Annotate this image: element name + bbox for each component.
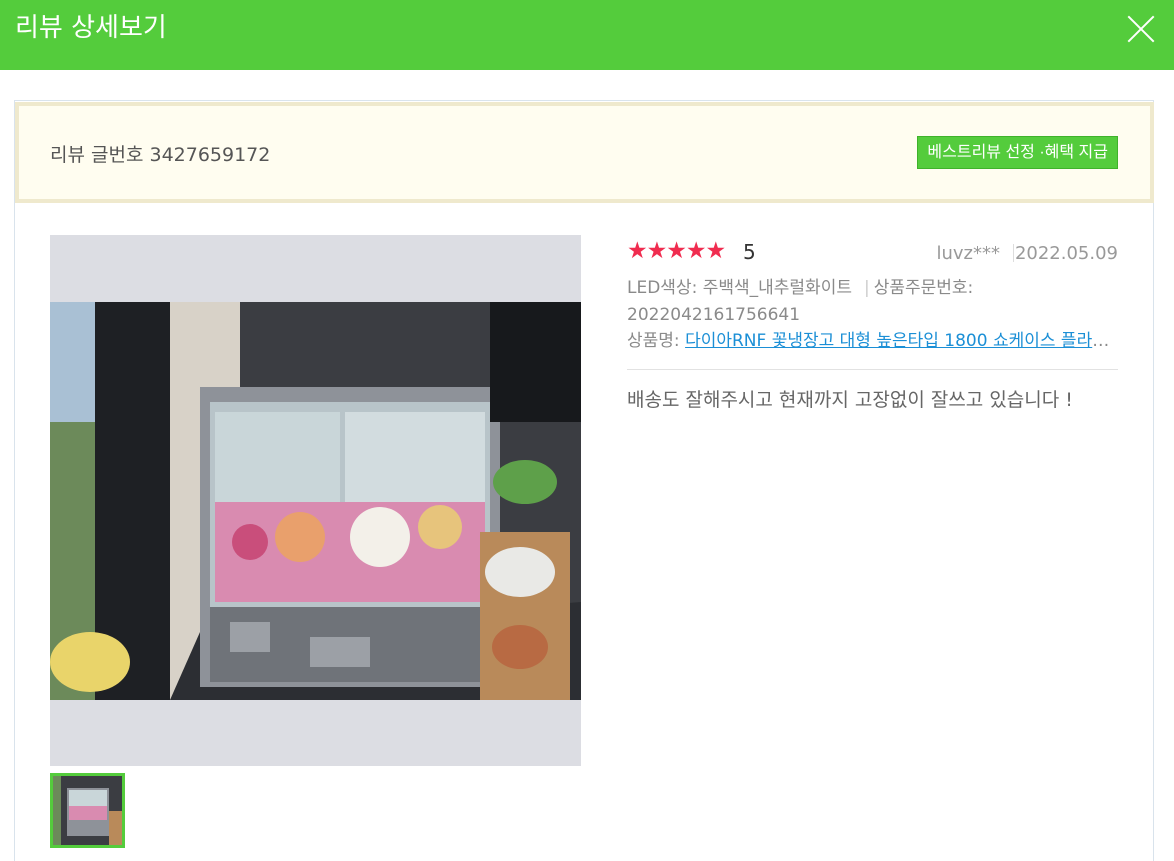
option-divider: | xyxy=(863,278,870,298)
meta-divider xyxy=(627,369,1118,370)
review-author: luvz*** xyxy=(936,243,1000,264)
photo-thumbnail[interactable] xyxy=(50,773,125,848)
header-bar: 리뷰 상세보기 xyxy=(0,0,1174,70)
review-number: 리뷰 글번호 3427659172 xyxy=(50,144,271,166)
product-name-label: 상품명: xyxy=(627,331,680,351)
page-title: 리뷰 상세보기 xyxy=(15,13,167,43)
review-date: 2022.05.09 xyxy=(1014,243,1118,264)
close-icon[interactable] xyxy=(1126,14,1156,44)
photo-image xyxy=(50,302,581,700)
divider xyxy=(1013,244,1014,262)
product-option-line: LED색상: 주백색_내추럴화이트 | 상품주문번호: xyxy=(627,275,1118,302)
review-info-box: 리뷰 글번호 3427659172 베스트리뷰 선정 ·혜택 지급 xyxy=(15,102,1154,203)
star-rating-icon: ★★★★★ xyxy=(627,238,726,264)
review-content: 배송도 잘해주시고 현재까지 고장없이 잘쓰고 있습니다 ! xyxy=(627,389,1073,411)
product-name-line: 상품명: 다이아RNF 꽃냉장고 대형 높은타입 1800 쇼케이스 플라워 냉… xyxy=(627,328,1118,355)
product-name-link[interactable]: 다이아RNF 꽃냉장고 대형 높은타입 1800 쇼케이스 플라워 냉장고 xyxy=(685,331,1118,351)
rating-score: 5 xyxy=(743,240,756,264)
product-option: LED색상: 주백색_내추럴화이트 xyxy=(627,278,852,298)
thumbnail-image xyxy=(53,776,122,845)
best-review-button[interactable]: 베스트리뷰 선정 ·혜택 지급 xyxy=(917,136,1118,169)
order-number-label: 상품주문번호: xyxy=(873,278,974,298)
review-photo xyxy=(50,235,581,766)
order-number: 2022042161756641 xyxy=(627,305,801,325)
rating-row: ★★★★★ 5 luvz*** 2022.05.09 xyxy=(627,239,1118,267)
